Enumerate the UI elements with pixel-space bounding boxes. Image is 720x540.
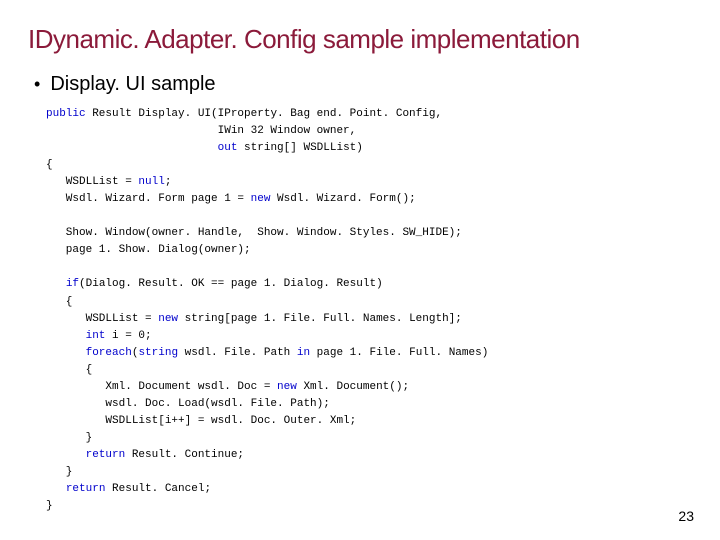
bullet-text: Display. UI sample xyxy=(50,73,215,96)
code-text xyxy=(46,142,218,154)
code-text: page 1. File. Full. Names) xyxy=(310,347,488,359)
code-text: page 1. Show. Dialog(owner); xyxy=(46,244,251,256)
code-text xyxy=(46,330,86,342)
slide: IDynamic. Adapter. Config sample impleme… xyxy=(0,0,720,540)
code-blank xyxy=(46,261,53,273)
code-text xyxy=(46,347,86,359)
slide-title: IDynamic. Adapter. Config sample impleme… xyxy=(28,24,692,55)
code-blank xyxy=(46,210,53,222)
code-text: Result. Cancel; xyxy=(105,483,211,495)
bullet-item: • Display. UI sample xyxy=(34,73,692,96)
code-text: i = 0; xyxy=(105,330,151,342)
code-text xyxy=(46,483,66,495)
code-text: Result. Continue; xyxy=(125,449,244,461)
kw-new: new xyxy=(158,313,178,325)
code-text: Xml. Document wsdl. Doc = xyxy=(46,381,277,393)
kw-null: null xyxy=(138,176,164,188)
kw-public: public xyxy=(46,108,86,120)
code-text: WSDLList[i++] = wsdl. Doc. Outer. Xml; xyxy=(46,415,356,427)
code-text: WSDLList = xyxy=(46,176,138,188)
bullet-icon: • xyxy=(34,75,40,93)
kw-foreach: foreach xyxy=(86,347,132,359)
kw-in: in xyxy=(297,347,310,359)
code-text: IWin 32 Window owner, xyxy=(46,125,356,137)
code-text: Wsdl. Wizard. Form page 1 = xyxy=(46,193,251,205)
kw-return: return xyxy=(66,483,106,495)
kw-string: string xyxy=(138,347,178,359)
code-text: ; xyxy=(165,176,172,188)
kw-return: return xyxy=(86,449,126,461)
kw-int: int xyxy=(86,330,106,342)
code-text: string[page 1. File. Full. Names. Length… xyxy=(178,313,462,325)
code-text xyxy=(46,278,66,290)
code-text: Xml. Document(); xyxy=(297,381,409,393)
page-number: 23 xyxy=(678,508,694,524)
kw-new: new xyxy=(277,381,297,393)
code-text: Result Display. UI(IProperty. Bag end. P… xyxy=(86,108,442,120)
code-text xyxy=(46,449,86,461)
code-text: wsdl. Doc. Load(wsdl. File. Path); xyxy=(46,398,330,410)
kw-new: new xyxy=(251,193,271,205)
code-text: Show. Window(owner. Handle, Show. Window… xyxy=(46,227,462,239)
code-text: } xyxy=(46,466,72,478)
code-block: public Result Display. UI(IProperty. Bag… xyxy=(46,106,692,515)
code-text: wsdl. File. Path xyxy=(178,347,297,359)
code-text: Wsdl. Wizard. Form(); xyxy=(270,193,415,205)
code-text: { xyxy=(46,296,72,308)
code-text: { xyxy=(46,159,53,171)
code-text: (Dialog. Result. OK == page 1. Dialog. R… xyxy=(79,278,383,290)
code-text: } xyxy=(46,432,92,444)
code-text: { xyxy=(46,364,92,376)
code-text: } xyxy=(46,500,53,512)
kw-if: if xyxy=(66,278,79,290)
code-text: WSDLList = xyxy=(46,313,158,325)
kw-out: out xyxy=(218,142,238,154)
code-text: string[] WSDLList) xyxy=(237,142,362,154)
